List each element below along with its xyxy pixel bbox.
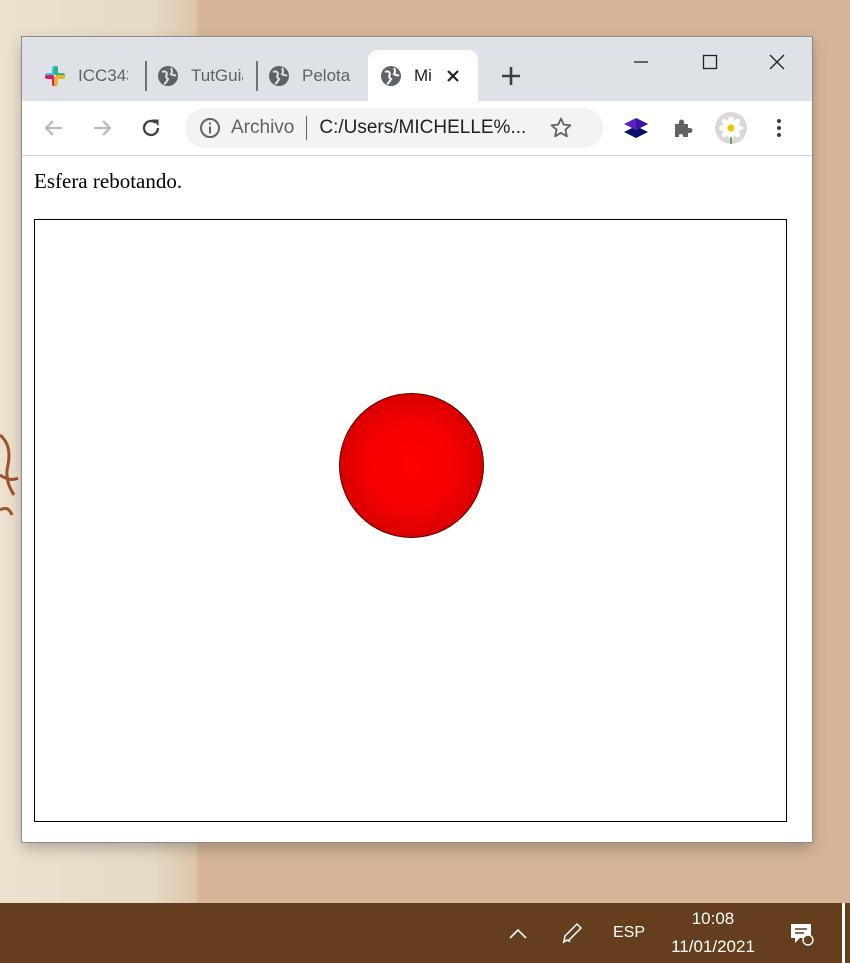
close-window-button[interactable] [754, 47, 800, 77]
globe-icon [269, 65, 289, 86]
profile-avatar-button[interactable] [714, 111, 748, 145]
reload-button[interactable] [135, 112, 167, 144]
tab-pelota[interactable]: Pelota [268, 50, 368, 101]
red-sphere [339, 393, 484, 538]
close-icon [769, 54, 785, 70]
info-icon[interactable] [199, 117, 221, 139]
bookmark-star-icon[interactable] [549, 116, 573, 140]
forward-button[interactable] [86, 112, 118, 144]
layers-extension-icon [624, 118, 648, 138]
new-tab-plus-icon[interactable] [498, 63, 524, 89]
tab-title: TutGuia [191, 65, 243, 85]
globe-icon [158, 65, 178, 86]
browser-window: ICC343 TutGuia Pelota Mi [22, 37, 812, 842]
page-content: Esfera rebotando. [22, 156, 812, 842]
security-chip-label: Archivo [231, 117, 295, 138]
notifications-button[interactable] [784, 916, 818, 950]
tab-icc343[interactable]: ICC343 [44, 50, 134, 101]
avatar-daisy-icon [715, 112, 747, 144]
extensions-button[interactable] [667, 112, 699, 144]
reload-icon [142, 119, 160, 137]
pen-workspace-button[interactable] [556, 917, 588, 949]
chevron-up-icon [509, 928, 527, 939]
tab-title: Pelota [302, 65, 351, 85]
tab-tutguia[interactable]: TutGuia [157, 50, 257, 101]
language-indicator[interactable]: ESP [606, 917, 652, 949]
kebab-menu-icon [777, 119, 781, 137]
taskbar-clock[interactable]: 10:08 11/01/2021 [660, 903, 766, 963]
maximize-button[interactable] [687, 47, 733, 77]
tab-title: ICC343 [78, 65, 128, 85]
url-text[interactable]: C:/Users/MICHELLE%... [319, 117, 535, 139]
pen-icon [562, 922, 583, 944]
clock-time: 10:08 [691, 909, 735, 928]
show-hidden-icons-button[interactable] [502, 918, 534, 950]
animation-canvas [34, 219, 787, 822]
back-button[interactable] [38, 112, 70, 144]
arrow-left-icon [44, 120, 62, 136]
tab-separator [256, 61, 258, 91]
show-desktop-edge[interactable] [842, 903, 845, 963]
taskbar: ESP 10:08 11/01/2021 [0, 903, 850, 963]
tab-title: Mi [414, 65, 432, 85]
globe-icon [381, 65, 401, 86]
maximize-icon [702, 54, 718, 70]
tab-strip: ICC343 TutGuia Pelota Mi [22, 37, 812, 101]
notification-icon [791, 924, 814, 946]
clock-date: 11/01/2021 [671, 937, 755, 956]
omnibox-divider [306, 116, 308, 140]
close-tab-icon[interactable] [442, 65, 464, 87]
puzzle-icon [675, 119, 693, 137]
tab-mi-active[interactable]: Mi [368, 50, 478, 101]
browser-menu-button[interactable] [763, 112, 795, 144]
layers-extension-button[interactable] [620, 112, 652, 144]
address-bar[interactable]: Archivo C:/Users/MICHELLE%... [185, 108, 603, 148]
page-caption: Esfera rebotando. [34, 169, 183, 193]
minimize-button[interactable] [618, 47, 664, 77]
minimize-icon [634, 61, 648, 63]
wallpaper-decoration [0, 433, 19, 516]
arrow-right-icon [94, 120, 112, 136]
browser-toolbar: Archivo C:/Users/MICHELLE%... [22, 101, 812, 156]
slack-icon [45, 65, 65, 86]
tab-separator [145, 61, 147, 91]
